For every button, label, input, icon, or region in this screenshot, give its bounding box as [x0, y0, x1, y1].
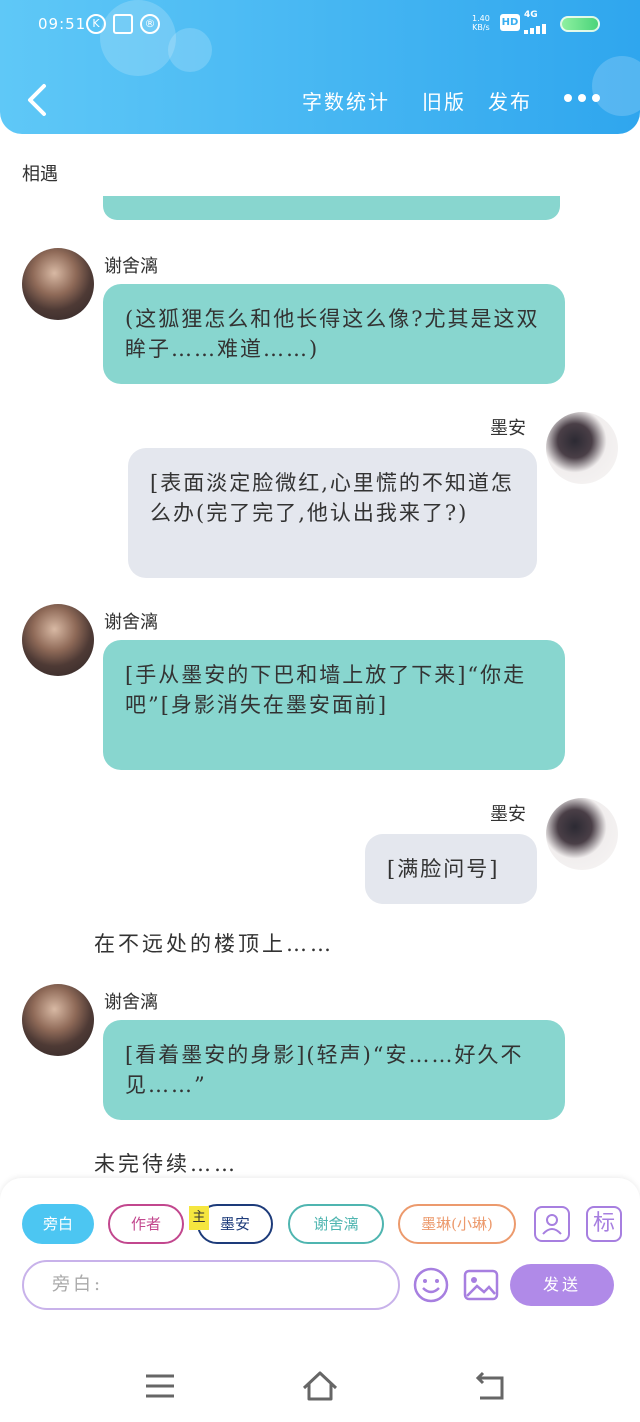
- role-avatar-icon: [542, 1214, 562, 1235]
- avatar-xie[interactable]: [22, 604, 94, 676]
- message-bubble-partial[interactable]: [103, 196, 560, 220]
- net-speed-value: 1.40: [472, 14, 490, 23]
- back-button[interactable]: [22, 80, 58, 120]
- image-icon: [113, 14, 133, 34]
- publish-button[interactable]: 发布: [488, 86, 532, 115]
- emoji-icon: [413, 1267, 449, 1303]
- chevron-left-icon: [28, 84, 46, 116]
- hd-badge: HD: [500, 14, 520, 31]
- message-bubble[interactable]: [表面淡定脸微红,心里慌的不知道怎么办(完了完了,他认出我来了?): [128, 448, 537, 578]
- home-icon: [302, 1371, 338, 1401]
- home-button[interactable]: [300, 1368, 340, 1404]
- menu-button[interactable]: [140, 1368, 180, 1404]
- net-speed-unit: KB/s: [472, 23, 490, 32]
- status-bar: 09:51 K ® 1.40 KB/s HD 4G: [0, 0, 640, 50]
- k-circle-icon: K: [86, 14, 106, 34]
- image-icon: [463, 1269, 499, 1301]
- role-chip-molin[interactable]: 墨琳(小琳): [398, 1204, 516, 1244]
- narration-text[interactable]: 在不远处的楼顶上……: [94, 928, 334, 958]
- avatar-xie[interactable]: [22, 248, 94, 320]
- system-nav-bar: [0, 1350, 640, 1422]
- header-bar: 09:51 K ® 1.40 KB/s HD 4G 字数统计 旧版 发布: [0, 0, 640, 134]
- mark-button[interactable]: 标: [586, 1206, 622, 1242]
- system-back-button[interactable]: [470, 1368, 510, 1404]
- back-icon: [475, 1371, 504, 1400]
- speaker-name: 谢舍漓: [104, 256, 158, 277]
- send-button[interactable]: 发送: [510, 1264, 614, 1306]
- avatar-moan[interactable]: [546, 412, 618, 484]
- avatar-moan[interactable]: [546, 798, 618, 870]
- image-button[interactable]: [462, 1266, 500, 1304]
- role-chip-narration[interactable]: 旁白: [22, 1204, 94, 1244]
- message-input[interactable]: 旁白:: [22, 1260, 400, 1310]
- role-manage-button[interactable]: [534, 1206, 570, 1242]
- avatar-xie[interactable]: [22, 984, 94, 1056]
- chat-title: 相遇: [22, 164, 58, 185]
- menu-icon: [146, 1374, 174, 1398]
- narration-text[interactable]: 未完待续……: [94, 1148, 238, 1178]
- message-bubble[interactable]: (这狐狸怎么和他长得这么像?尤其是这双眸子……难道……): [103, 284, 565, 384]
- nav-bar: 字数统计 旧版 发布: [0, 70, 640, 130]
- old-version-button[interactable]: 旧版: [422, 86, 466, 115]
- signal-icon: 4G: [524, 10, 552, 34]
- more-button[interactable]: [562, 88, 602, 108]
- battery-icon: [560, 16, 600, 32]
- emoji-button[interactable]: [412, 1266, 450, 1304]
- network-speed: 1.40 KB/s: [472, 14, 490, 32]
- main-role-badge: 主: [189, 1206, 209, 1230]
- role-chip-xie[interactable]: 谢舍漓: [288, 1204, 384, 1244]
- status-time: 09:51: [38, 15, 87, 33]
- role-chip-author[interactable]: 作者: [108, 1204, 184, 1244]
- word-count-button[interactable]: 字数统计: [302, 86, 390, 115]
- speaker-name: 谢舍漓: [104, 992, 158, 1013]
- network-type: 4G: [524, 10, 538, 20]
- speaker-name: 墨安: [490, 804, 526, 825]
- message-bubble[interactable]: [满脸问号]: [365, 834, 537, 904]
- speaker-name: 谢舍漓: [104, 612, 158, 633]
- more-dots-icon: [564, 94, 600, 102]
- r-circle-icon: ®: [140, 14, 160, 34]
- message-bubble[interactable]: [手从墨安的下巴和墙上放了下来]“你走吧”[身影消失在墨安面前]: [103, 640, 565, 770]
- speaker-name: 墨安: [490, 418, 526, 439]
- message-bubble[interactable]: [看着墨安的身影](轻声)“安……好久不见……”: [103, 1020, 565, 1120]
